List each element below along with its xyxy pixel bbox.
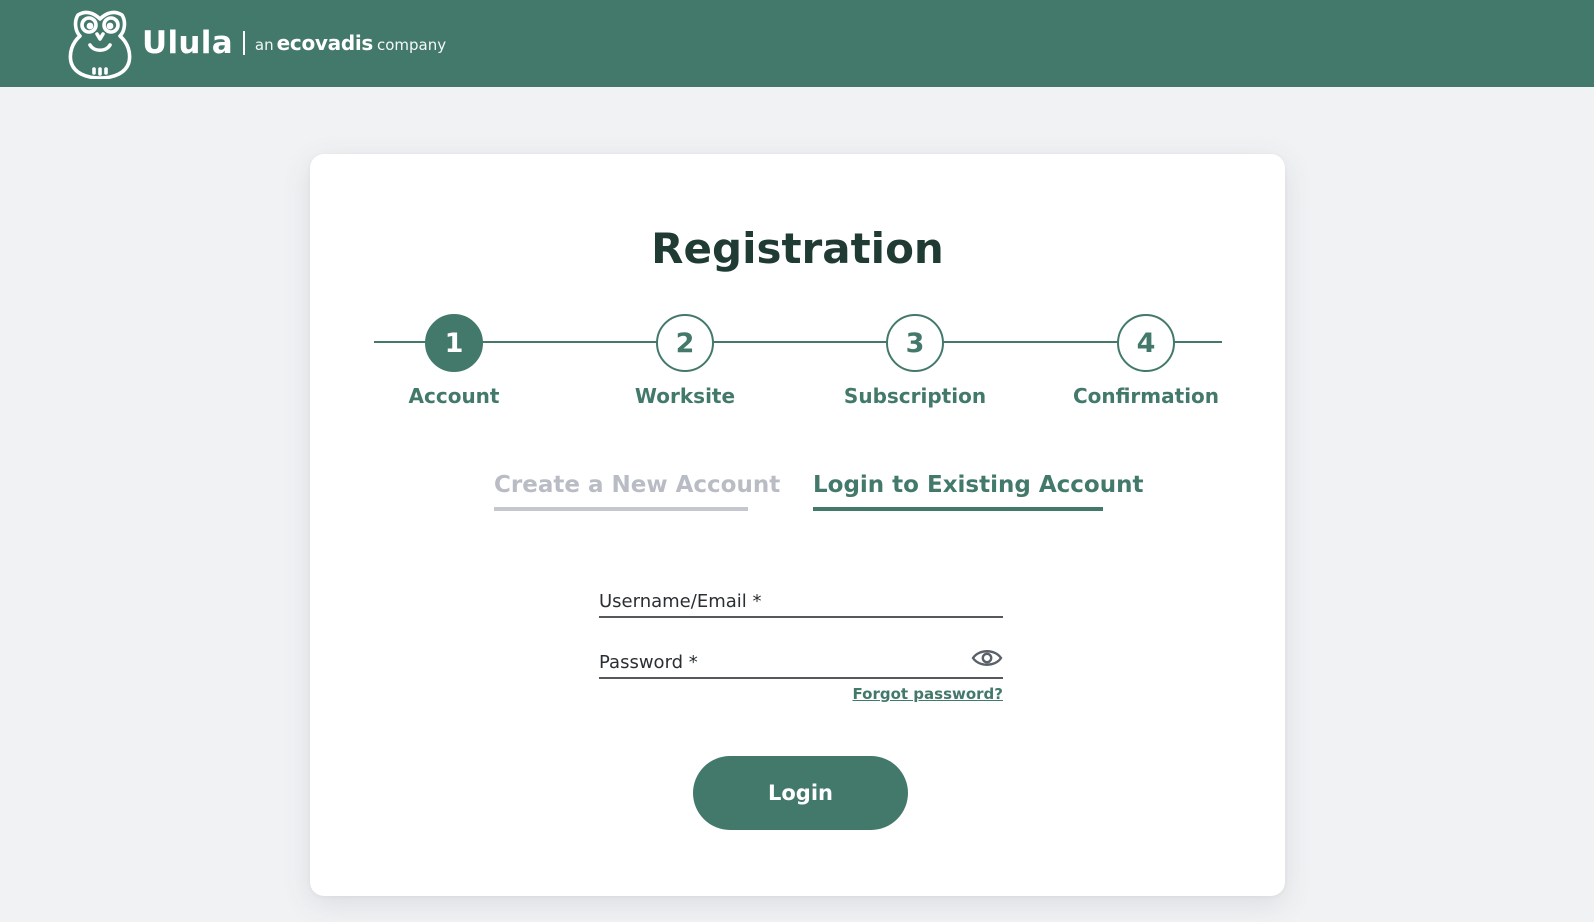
tab-create-account[interactable]: Create a New Account <box>494 472 780 511</box>
brand-divider <box>242 31 245 55</box>
password-field <box>599 637 1003 679</box>
eye-icon[interactable] <box>971 647 1003 669</box>
step-label: Account <box>408 384 500 408</box>
step-label: Subscription <box>843 384 987 408</box>
brand-tagline: an ecovadis company <box>255 31 446 55</box>
brand-name: Ulula <box>142 24 233 61</box>
registration-card: Registration 1 Account 2 Worksite 3 Subs… <box>310 154 1285 896</box>
step-worksite: 2 Worksite <box>605 314 765 408</box>
step-account: 1 Account <box>374 314 534 408</box>
forgot-password-link[interactable]: Forgot password? <box>853 685 1004 703</box>
tagline-company: ecovadis <box>276 31 374 55</box>
owl-icon <box>68 10 132 79</box>
login-button[interactable]: Login <box>693 756 908 830</box>
password-input[interactable] <box>599 652 959 673</box>
step-subscription: 3 Subscription <box>835 314 995 408</box>
step-confirmation: 4 Confirmation <box>1066 314 1226 408</box>
username-field <box>599 576 1003 618</box>
ulula-logo[interactable]: Ulula an ecovadis company <box>68 6 446 80</box>
step-label: Confirmation <box>1072 384 1220 408</box>
step-number: 3 <box>886 314 944 372</box>
step-number: 2 <box>656 314 714 372</box>
tab-login-existing-account[interactable]: Login to Existing Account <box>813 472 1143 511</box>
tagline-prefix: an <box>254 36 274 54</box>
step-number: 1 <box>425 314 483 372</box>
step-label: Worksite <box>634 384 736 408</box>
step-number: 4 <box>1117 314 1175 372</box>
top-header: Ulula an ecovadis company <box>0 0 1594 87</box>
tagline-suffix: company <box>377 36 447 54</box>
page-title: Registration <box>651 224 944 273</box>
username-input[interactable] <box>599 591 959 612</box>
